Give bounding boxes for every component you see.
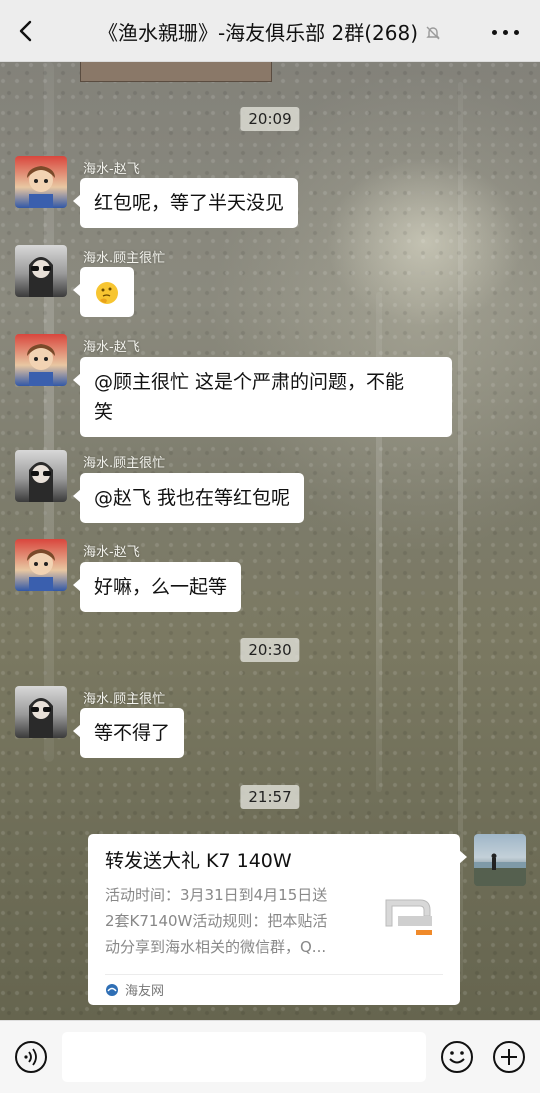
- chat-area[interactable]: 20:09 海水-赵飞 红包呢，等了半天没见 海水.顾主很忙 海水-赵飞 @顾主…: [0, 62, 540, 1020]
- more-dots-icon: [492, 29, 497, 35]
- timestamp: 21:57: [240, 785, 300, 809]
- avatar-gu-zhu-hen-mang[interactable]: [15, 450, 67, 502]
- avatar-gu-zhu-hen-mang[interactable]: [15, 245, 67, 297]
- bell-off-icon: [426, 26, 440, 40]
- previous-image-message[interactable]: [80, 62, 272, 82]
- message-bubble[interactable]: 等不得了: [72, 708, 185, 758]
- timestamp: 20:09: [240, 107, 300, 131]
- message-input[interactable]: [62, 1032, 426, 1082]
- card-title: 转发送大礼 K7 140W: [105, 850, 292, 872]
- sender-name: 海水.顾主很忙: [83, 692, 166, 707]
- input-bar: [0, 1020, 540, 1093]
- chat-title: 《渔水親珊》-海友俱乐部 2群(268): [0, 17, 540, 46]
- message-bubble[interactable]: @顾主很忙 这是个严肃的问题，不能 笑: [73, 357, 452, 437]
- smile-icon: [441, 1041, 473, 1073]
- plus-icon: [493, 1041, 525, 1073]
- chat-title-text: 《渔水親珊》-海友俱乐部 2群(268): [97, 21, 419, 45]
- sender-name: 海水-赵飞: [83, 545, 140, 560]
- avatar-zhao-fei[interactable]: [15, 334, 67, 386]
- sender-name: 海水.顾主很忙: [83, 251, 166, 266]
- card-source: 海友网: [105, 980, 164, 999]
- avatar-zhao-fei[interactable]: [15, 156, 67, 208]
- sender-name: 海水-赵飞: [83, 162, 140, 177]
- message-bubble[interactable]: [73, 267, 134, 317]
- message-bubble[interactable]: 好嘛，么一起等: [72, 562, 242, 612]
- emoji-button[interactable]: [440, 1040, 474, 1074]
- card-thumbnail: [380, 886, 442, 948]
- link-card-message[interactable]: 转发送大礼 K7 140W 活动时间：3月31日到4月15日送 2套K7140W…: [88, 834, 467, 1005]
- avatar-gu-zhu-hen-mang[interactable]: [15, 686, 67, 738]
- message-bubble[interactable]: 红包呢，等了半天没见: [72, 178, 299, 228]
- timestamp: 20:30: [240, 638, 300, 662]
- sender-name: 海水-赵飞: [83, 340, 140, 355]
- my-avatar[interactable]: [474, 834, 526, 886]
- voice-icon: [15, 1041, 47, 1073]
- more-button[interactable]: [492, 22, 524, 42]
- sender-name: 海水.顾主很忙: [83, 456, 166, 471]
- card-description: 活动时间：3月31日到4月15日送 2套K7140W活动规则：把本贴活 动分享到…: [105, 886, 328, 956]
- message-bubble[interactable]: @赵飞 我也在等红包呢: [72, 473, 305, 523]
- voice-button[interactable]: [14, 1040, 48, 1074]
- more-functions-button[interactable]: [492, 1040, 526, 1074]
- avatar-zhao-fei[interactable]: [15, 539, 67, 591]
- source-logo-icon: [106, 983, 118, 996]
- chat-header: 《渔水親珊》-海友俱乐部 2群(268): [0, 0, 540, 62]
- thinking-face-emoji: [96, 281, 118, 304]
